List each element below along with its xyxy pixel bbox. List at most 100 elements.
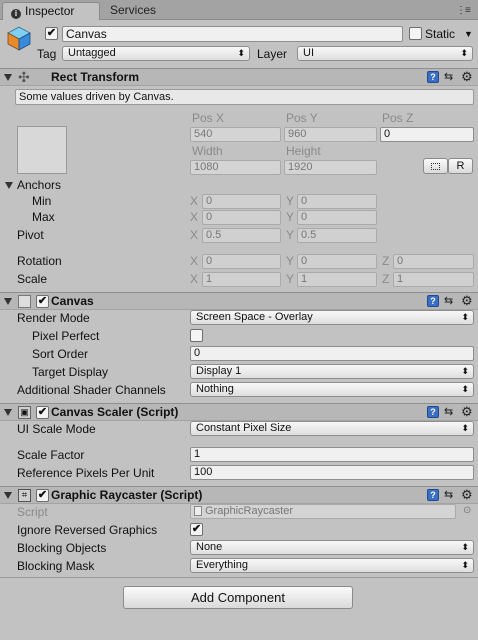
tag-value: Untagged bbox=[68, 47, 116, 59]
raycaster-icon: ⌗ bbox=[18, 489, 31, 502]
width-label: Width bbox=[192, 144, 223, 158]
preset-icon[interactable]: ⇆ bbox=[444, 295, 456, 307]
rotation-z-field: 0 bbox=[393, 254, 474, 269]
shader-channels-dropdown[interactable]: Nothing ⬍ bbox=[190, 382, 474, 397]
static-label: Static bbox=[425, 27, 456, 41]
ref-ppu-field[interactable]: 100 bbox=[190, 465, 474, 480]
max-y-field: 0 bbox=[297, 210, 377, 225]
shader-channels-value: Nothing bbox=[196, 383, 234, 395]
blueprint-icon bbox=[431, 163, 440, 170]
rotation-label: Rotation bbox=[17, 254, 62, 268]
anchor-preset-box[interactable] bbox=[17, 126, 67, 174]
pivot-y-axis-label: Y bbox=[286, 228, 295, 242]
rect-transform-icon: ✣ bbox=[18, 69, 30, 85]
layer-dropdown[interactable]: UI ⬍ bbox=[297, 46, 473, 61]
raw-edit-button[interactable]: R bbox=[448, 158, 473, 174]
foldout-icon[interactable] bbox=[4, 409, 12, 416]
sort-order-field[interactable]: 0 bbox=[190, 346, 474, 361]
graphic-raycaster-enabled-checkbox[interactable]: ✔ bbox=[36, 489, 49, 502]
active-checkbox[interactable]: ✔ bbox=[45, 27, 58, 40]
rot-y-axis-label: Y bbox=[286, 254, 295, 268]
target-display-value: Display 1 bbox=[196, 365, 242, 377]
preset-icon[interactable]: ⇆ bbox=[444, 406, 456, 418]
scale-factor-field[interactable]: 1 bbox=[190, 447, 474, 462]
pos-y-field: 960 bbox=[284, 127, 377, 142]
ignore-reversed-label: Ignore Reversed Graphics bbox=[17, 523, 158, 537]
scale-y-field: 1 bbox=[297, 272, 377, 287]
min-y-axis-label: Y bbox=[286, 194, 295, 208]
rect-transform-title: Rect Transform bbox=[51, 70, 140, 84]
canvas-title: Canvas bbox=[51, 294, 94, 308]
dropdown-arrow-icon: ⬍ bbox=[461, 542, 469, 552]
canvas-enabled-checkbox[interactable]: ✔ bbox=[36, 295, 49, 308]
scale-x-field: 1 bbox=[202, 272, 281, 287]
add-component-button[interactable]: Add Component bbox=[123, 586, 353, 609]
target-display-label: Target Display bbox=[32, 365, 109, 379]
object-picker-icon[interactable]: ⊙ bbox=[463, 505, 471, 516]
help-icon[interactable]: ? bbox=[427, 295, 439, 307]
pivot-x-field: 0.5 bbox=[202, 228, 281, 243]
info-icon: i bbox=[11, 9, 21, 19]
pos-y-label: Pos Y bbox=[286, 111, 318, 125]
tab-inspector-label: Inspector bbox=[25, 4, 75, 18]
scale-z-field: 1 bbox=[393, 272, 474, 287]
pivot-y-field: 0.5 bbox=[297, 228, 377, 243]
script-value: GraphicRaycaster bbox=[205, 505, 294, 517]
help-icon[interactable]: ? bbox=[427, 71, 439, 83]
pos-z-label: Pos Z bbox=[382, 111, 414, 125]
scale-z-axis-label: Z bbox=[382, 272, 390, 286]
chevron-down-icon[interactable]: ▼ bbox=[464, 29, 473, 39]
graphic-raycaster-title: Graphic Raycaster (Script) bbox=[51, 488, 203, 502]
canvas-header[interactable]: ✔ Canvas ? ⇆ ⚙ bbox=[0, 292, 478, 310]
tag-dropdown[interactable]: Untagged ⬍ bbox=[62, 46, 250, 61]
blocking-objects-value: None bbox=[196, 541, 223, 553]
scale-label: Scale bbox=[17, 272, 48, 286]
tab-inspector[interactable]: i Inspector bbox=[2, 2, 100, 20]
canvas-scaler-enabled-checkbox[interactable]: ✔ bbox=[36, 406, 49, 419]
scale-x-axis-label: X bbox=[190, 272, 199, 286]
rotation-x-field: 0 bbox=[202, 254, 281, 269]
foldout-icon[interactable] bbox=[4, 74, 12, 81]
tab-services-label: Services bbox=[110, 3, 157, 17]
render-mode-dropdown[interactable]: Screen Space - Overlay ⬍ bbox=[190, 310, 474, 325]
help-icon[interactable]: ? bbox=[427, 489, 439, 501]
static-checkbox[interactable] bbox=[409, 27, 422, 40]
ui-scale-mode-dropdown[interactable]: Constant Pixel Size ⬍ bbox=[190, 421, 474, 436]
help-icon[interactable]: ? bbox=[427, 406, 439, 418]
max-label: Max bbox=[32, 210, 55, 224]
gear-icon[interactable]: ⚙ bbox=[461, 405, 473, 418]
preset-icon[interactable]: ⇆ bbox=[444, 71, 456, 83]
render-mode-value: Screen Space - Overlay bbox=[196, 311, 313, 323]
scale-factor-label: Scale Factor bbox=[17, 448, 85, 462]
gear-icon[interactable]: ⚙ bbox=[461, 488, 473, 501]
ui-scale-mode-label: UI Scale Mode bbox=[17, 422, 96, 436]
script-field: GraphicRaycaster bbox=[190, 504, 456, 519]
rotation-y-field: 0 bbox=[297, 254, 377, 269]
foldout-icon[interactable] bbox=[4, 492, 12, 499]
anchors-foldout-icon[interactable] bbox=[5, 182, 13, 189]
gear-icon[interactable]: ⚙ bbox=[461, 70, 473, 83]
tab-bar: i Inspector Services ⋮≡ bbox=[0, 0, 478, 20]
graphic-raycaster-header[interactable]: ⌗ ✔ Graphic Raycaster (Script) ? ⇆ ⚙ bbox=[0, 486, 478, 504]
gear-icon[interactable]: ⚙ bbox=[461, 294, 473, 307]
ignore-reversed-checkbox[interactable]: ✔ bbox=[190, 523, 203, 536]
target-display-dropdown[interactable]: Display 1 ⬍ bbox=[190, 364, 474, 379]
canvas-scaler-header[interactable]: ▣ ✔ Canvas Scaler (Script) ? ⇆ ⚙ bbox=[0, 403, 478, 421]
script-label: Script bbox=[17, 505, 48, 519]
blueprint-button[interactable] bbox=[423, 158, 448, 174]
pos-z-field[interactable]: 0 bbox=[380, 127, 474, 142]
ref-ppu-label: Reference Pixels Per Unit bbox=[17, 466, 155, 480]
min-y-field: 0 bbox=[297, 194, 377, 209]
foldout-icon[interactable] bbox=[4, 298, 12, 305]
pixel-perfect-checkbox[interactable] bbox=[190, 329, 203, 342]
height-label: Height bbox=[286, 144, 321, 158]
anchors-label: Anchors bbox=[17, 178, 62, 192]
name-field[interactable]: Canvas bbox=[62, 26, 403, 42]
rect-transform-header[interactable]: ✣ Rect Transform ? ⇆ ⚙ bbox=[0, 68, 478, 86]
tab-services[interactable]: Services bbox=[102, 2, 174, 20]
script-file-icon bbox=[194, 506, 202, 516]
blocking-objects-dropdown[interactable]: None ⬍ bbox=[190, 540, 474, 555]
menu-icon[interactable]: ⋮≡ bbox=[456, 5, 471, 16]
preset-icon[interactable]: ⇆ bbox=[444, 489, 456, 501]
blocking-mask-dropdown[interactable]: Everything ⬍ bbox=[190, 558, 474, 573]
